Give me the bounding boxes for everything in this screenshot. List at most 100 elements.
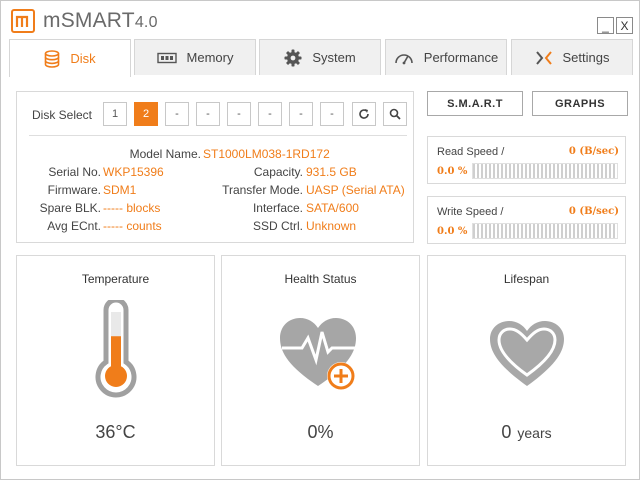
interface-value-row: SATA/600 [306,201,359,215]
model-name-value: ST1000LM038-1RD172 [203,147,330,161]
health-heart-icon [279,318,356,390]
avg-ecnt-label: Avg ECnt. [47,219,101,233]
tab-disk[interactable]: Disk [9,39,131,77]
tab-settings[interactable]: Settings [511,39,633,75]
search-icon [389,108,401,120]
lifespan-panel: Lifespan 0 years [427,255,626,466]
read-speed-panel: Read Speed / 0 (B/sec) 0.0 % [427,136,626,184]
refresh-button[interactable] [352,102,376,126]
spare-blk-label: Spare BLK. [39,201,101,215]
firmware-value: SDM1 [103,183,137,197]
minimize-label: _ [602,18,609,33]
health-value: 0% [307,422,334,442]
tab-system[interactable]: System [259,39,381,75]
read-speed-value: 0 (B/sec) [568,146,619,157]
app-name: mSMART [43,9,135,32]
transfer-value-row: UASP (Serial ATA) [306,183,405,197]
write-speed-bar [472,223,618,239]
disk-button-2[interactable]: 2 [134,102,158,126]
disk-icon [45,49,60,68]
avg-label-row: Avg ECnt. [47,219,101,233]
temperature-value: 36°C [95,422,136,442]
gauge-icon [394,53,413,64]
avg-ecnt-value: ----- counts [103,219,162,233]
panel-divider [29,135,407,136]
temperature-panel: Temperature 36°C [16,255,215,466]
transfer-mode-value: UASP (Serial ATA) [306,183,405,197]
spare-label-row: Spare BLK. [40,201,101,215]
ssd-ctrl-label: SSD Ctrl. [252,219,303,233]
ssd-value-row: Unknown [306,219,356,233]
app-version: 4.0 [134,14,158,31]
serial-value-row: WKP15396 [103,165,164,179]
lifespan-heart-icon [489,321,564,386]
read-speed-bar [472,163,618,179]
title-bar: mSMART4.0 _ X [1,1,639,39]
interface-label: Interface. [252,201,303,215]
tab-bar: Disk Memory System Performance Settings [9,39,633,77]
capacity-label: Capacity. [253,165,303,179]
refresh-icon [359,109,369,119]
tab-performance[interactable]: Performance [385,39,507,75]
close-button[interactable]: X [616,17,633,34]
model-name-label: Model Name. [129,147,201,161]
tab-performance-label: Performance [423,50,499,65]
app-title: mSMART4.0 [43,9,158,33]
disk-button-6[interactable]: - [258,102,282,126]
smart-button[interactable]: S.M.A.R.T [427,91,523,116]
firmware-value-row: SDM1 [103,183,136,197]
capacity-value-row: 931.5 GB [306,165,357,179]
tab-settings-label: Settings [562,50,610,65]
capacity-value: 931.5 GB [306,165,357,179]
tab-memory[interactable]: Memory [134,39,256,75]
disk-button-5[interactable]: - [227,102,251,126]
interface-label-row: Interface. [253,201,303,215]
ssd-ctrl-value: Unknown [306,219,357,233]
app-window: mSMART4.0 _ X Disk Memory System Perform… [0,0,640,480]
firmware-label-row: Firmware. [48,183,101,197]
transfer-label-row: Transfer Mode. [222,183,303,197]
tab-system-label: System [312,50,356,65]
firmware-label: Firmware. [47,183,101,197]
graphs-button[interactable]: GRAPHS [532,91,628,116]
temperature-title: Temperature [81,272,150,286]
interface-value: SATA/600 [306,201,359,215]
health-panel: Health Status 0% [221,255,420,466]
gear-icon [284,49,302,66]
ssd-label-row: SSD Ctrl. [253,219,303,233]
serial-label: Serial No. [48,165,101,179]
disk-button-3[interactable]: - [165,102,189,126]
disk-button-1[interactable]: 1 [103,102,127,126]
write-speed-label: Write Speed / [437,206,504,218]
lifespan-value-row: 0 years [428,422,625,443]
disk-button-8[interactable]: - [320,102,344,126]
memory-icon [156,52,177,63]
model-name-row: Model Name. [130,147,201,161]
write-speed-panel: Write Speed / 0 (B/sec) 0.0 % [427,196,626,244]
disk-info-panel: Disk Select 1 2 - - - - - - Model Name. … [16,91,414,243]
settings-icon [535,50,552,65]
disk-select-label: Disk Select [32,108,93,122]
read-speed-percent: 0.0 % [437,166,468,177]
app-logo-icon [11,9,35,33]
serial-label-row: Serial No. [48,165,101,179]
serial-value: WKP15396 [103,165,164,179]
lifespan-title: Lifespan [503,272,550,286]
thermometer-icon [95,300,136,398]
lifespan-value: 0 [501,422,512,442]
tab-memory-label: Memory [186,50,234,65]
spare-blk-value: ----- blocks [103,201,161,215]
model-name-value-row: ST1000LM038-1RD172 [203,147,330,161]
write-speed-percent: 0.0 % [437,226,468,237]
tab-disk-label: Disk [70,51,96,66]
disk-button-7[interactable]: - [289,102,313,126]
read-speed-label: Read Speed / [437,146,505,158]
write-speed-value: 0 (B/sec) [568,206,619,217]
avg-value-row: ----- counts [103,219,162,233]
minimize-button[interactable]: _ [597,17,614,34]
search-button[interactable] [383,102,407,126]
disk-button-4[interactable]: - [196,102,220,126]
lifespan-unit: years [517,425,552,441]
health-title: Health Status [284,272,357,286]
close-label: X [620,18,629,33]
